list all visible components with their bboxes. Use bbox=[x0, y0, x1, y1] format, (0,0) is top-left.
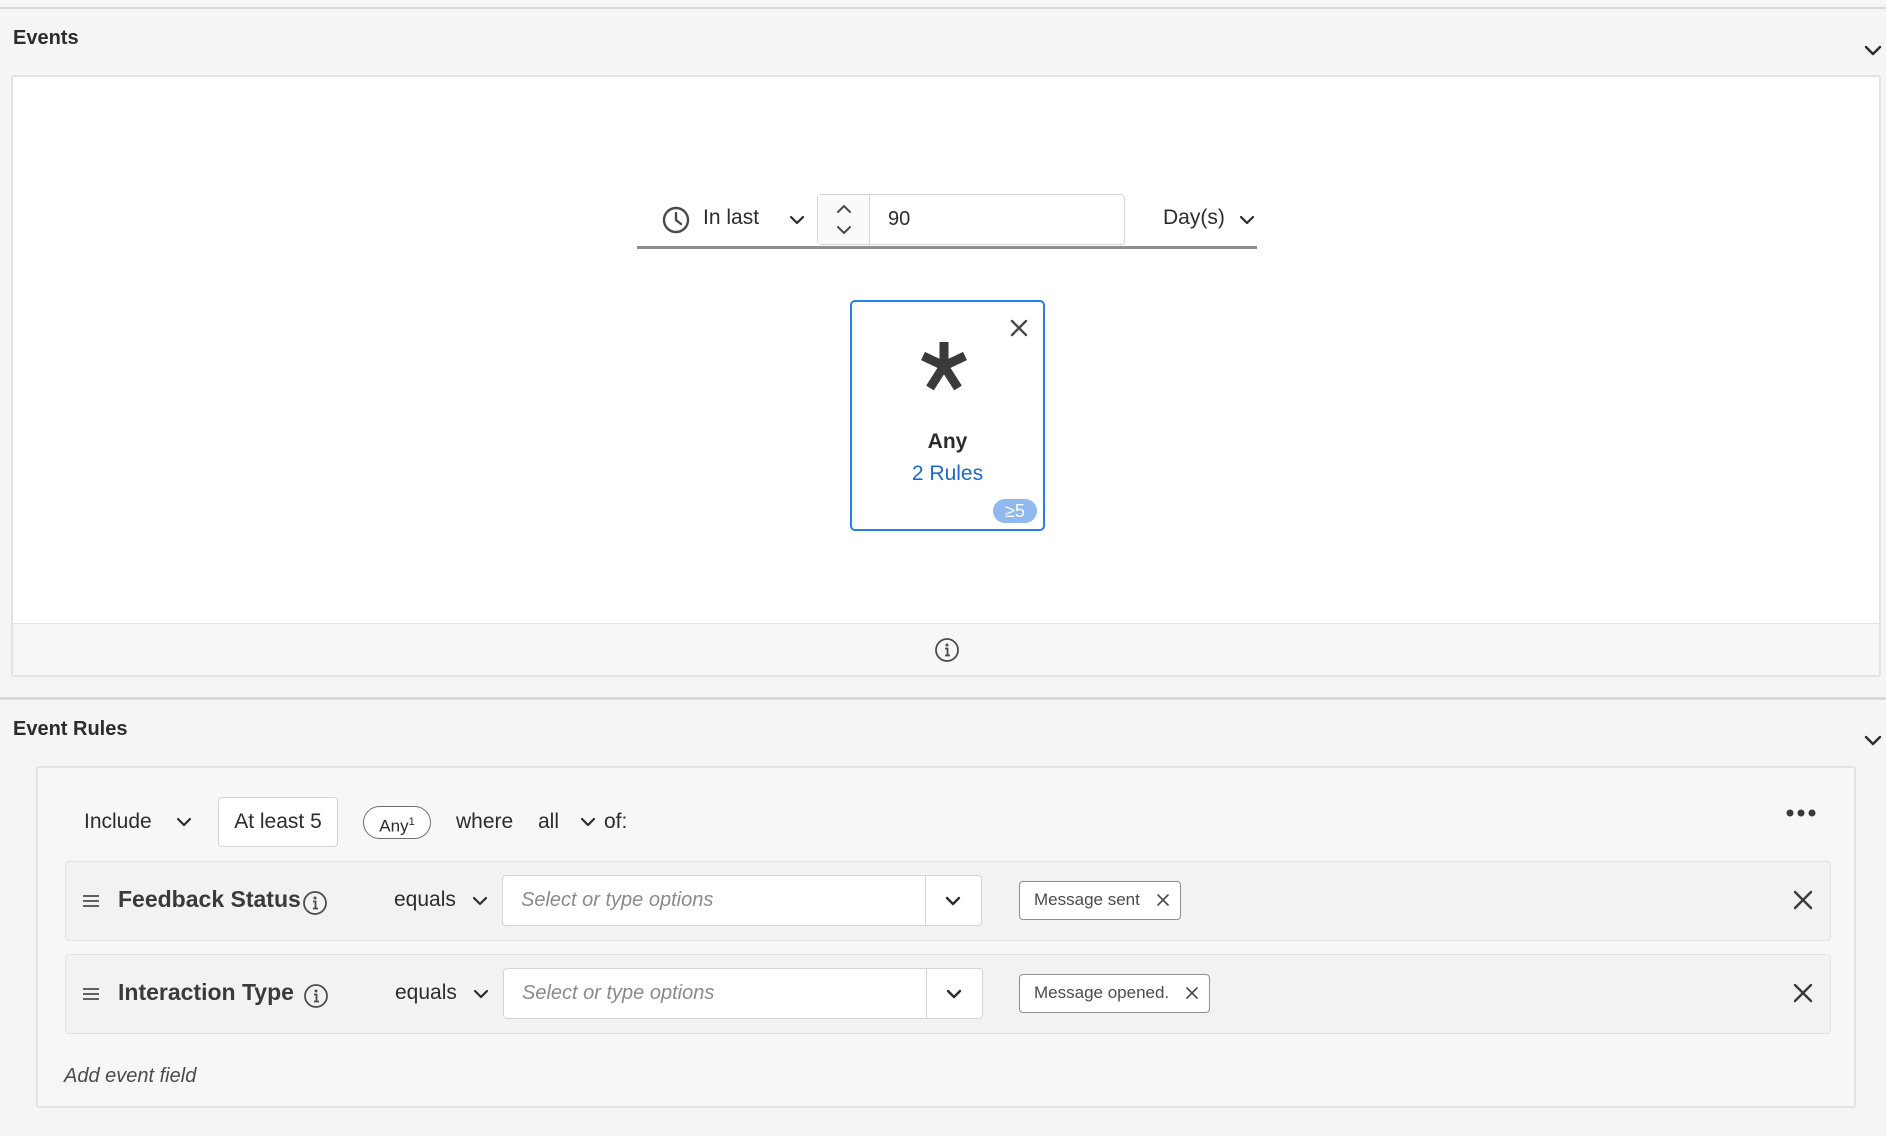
value-tag: Message opened. bbox=[1019, 974, 1211, 1013]
value-combobox[interactable]: Select or type options bbox=[502, 875, 982, 926]
section-divider bbox=[0, 697, 1886, 700]
chevron-down-icon[interactable] bbox=[834, 223, 854, 237]
chevron-down-icon[interactable] bbox=[943, 891, 963, 911]
time-mode-dropdown[interactable]: In last bbox=[703, 206, 759, 230]
at-least-button[interactable]: At least 5 bbox=[218, 797, 338, 847]
include-dropdown[interactable]: Include bbox=[84, 810, 152, 834]
value-input[interactable]: Select or type options bbox=[522, 982, 714, 1005]
event-card-label: Any bbox=[927, 430, 968, 453]
rule-field-name: Feedback Status bbox=[118, 886, 301, 912]
asterisk-icon bbox=[921, 342, 967, 391]
chevron-down-icon[interactable] bbox=[787, 210, 807, 230]
chevron-down-icon[interactable] bbox=[578, 812, 598, 832]
any-pill[interactable]: Any1 bbox=[363, 806, 431, 839]
rule-row: Interaction Type equals Select or type o… bbox=[65, 954, 1831, 1034]
combobox-toggle-button[interactable] bbox=[925, 876, 981, 925]
value-tag-label: Message sent bbox=[1034, 890, 1140, 909]
operator-dropdown[interactable]: equals bbox=[394, 888, 456, 912]
chevron-down-icon[interactable] bbox=[1861, 38, 1885, 62]
drag-handle-icon[interactable] bbox=[82, 987, 100, 1001]
rule-row: Feedback Status equals Select or type op… bbox=[65, 861, 1831, 941]
of-label: of: bbox=[604, 810, 628, 833]
chevron-down-icon[interactable] bbox=[471, 984, 491, 1004]
event-card-rules-link[interactable]: 2 Rules bbox=[852, 462, 1043, 486]
events-section-title: Events bbox=[13, 27, 79, 49]
where-label: where bbox=[456, 810, 514, 833]
drag-handle-icon[interactable] bbox=[82, 894, 100, 908]
chevron-up-icon[interactable] bbox=[834, 202, 854, 216]
time-value-input[interactable]: 90 bbox=[888, 208, 910, 231]
events-footer bbox=[13, 623, 1879, 675]
info-icon[interactable] bbox=[303, 983, 329, 1009]
value-combobox[interactable]: Select or type options bbox=[503, 968, 983, 1019]
chevron-down-icon[interactable] bbox=[944, 984, 964, 1004]
close-icon[interactable] bbox=[1185, 986, 1199, 1000]
time-unit-dropdown[interactable]: Day(s) bbox=[1163, 206, 1225, 230]
count-badge: ≥5 bbox=[993, 499, 1037, 523]
remove-rule-icon[interactable] bbox=[1792, 889, 1814, 911]
event-rules-section-title: Event Rules bbox=[13, 718, 128, 740]
add-event-field-link[interactable]: Add event field bbox=[64, 1065, 196, 1088]
rule-field-name: Interaction Type bbox=[118, 979, 294, 1005]
event-card-any[interactable]: Any 2 Rules ≥5 bbox=[850, 300, 1045, 531]
more-options-icon[interactable] bbox=[1786, 808, 1816, 818]
all-dropdown[interactable]: all bbox=[538, 810, 559, 834]
value-tag-label: Message opened. bbox=[1034, 983, 1170, 1002]
chevron-down-icon[interactable] bbox=[470, 891, 490, 911]
info-icon[interactable] bbox=[934, 637, 960, 663]
value-tag: Message sent bbox=[1019, 881, 1181, 920]
top-divider bbox=[0, 7, 1886, 9]
close-icon[interactable] bbox=[1156, 893, 1170, 907]
clock-icon bbox=[662, 206, 690, 234]
event-rules-panel: Include At least 5 Any1 where all of: Fe… bbox=[36, 766, 1856, 1108]
rule-header: Include At least 5 Any1 where all of: bbox=[38, 768, 1854, 858]
combobox-toggle-button[interactable] bbox=[926, 969, 982, 1018]
remove-rule-icon[interactable] bbox=[1792, 982, 1814, 1004]
close-icon[interactable] bbox=[1007, 316, 1031, 340]
chevron-down-icon[interactable] bbox=[1237, 210, 1257, 230]
events-panel: In last 90 Day(s) Any 2 Rules ≥5 bbox=[11, 75, 1881, 677]
operator-dropdown[interactable]: equals bbox=[395, 981, 457, 1005]
stepper-arrows[interactable] bbox=[818, 195, 870, 244]
any-pill-count: 1 bbox=[408, 816, 415, 828]
chevron-down-icon[interactable] bbox=[174, 812, 194, 832]
time-value-stepper[interactable]: 90 bbox=[817, 194, 1125, 245]
time-constraint-bar: In last 90 Day(s) bbox=[637, 194, 1257, 249]
any-pill-label: Any bbox=[379, 816, 409, 836]
value-input[interactable]: Select or type options bbox=[521, 889, 713, 912]
chevron-down-icon[interactable] bbox=[1861, 728, 1885, 752]
info-icon[interactable] bbox=[302, 890, 328, 916]
